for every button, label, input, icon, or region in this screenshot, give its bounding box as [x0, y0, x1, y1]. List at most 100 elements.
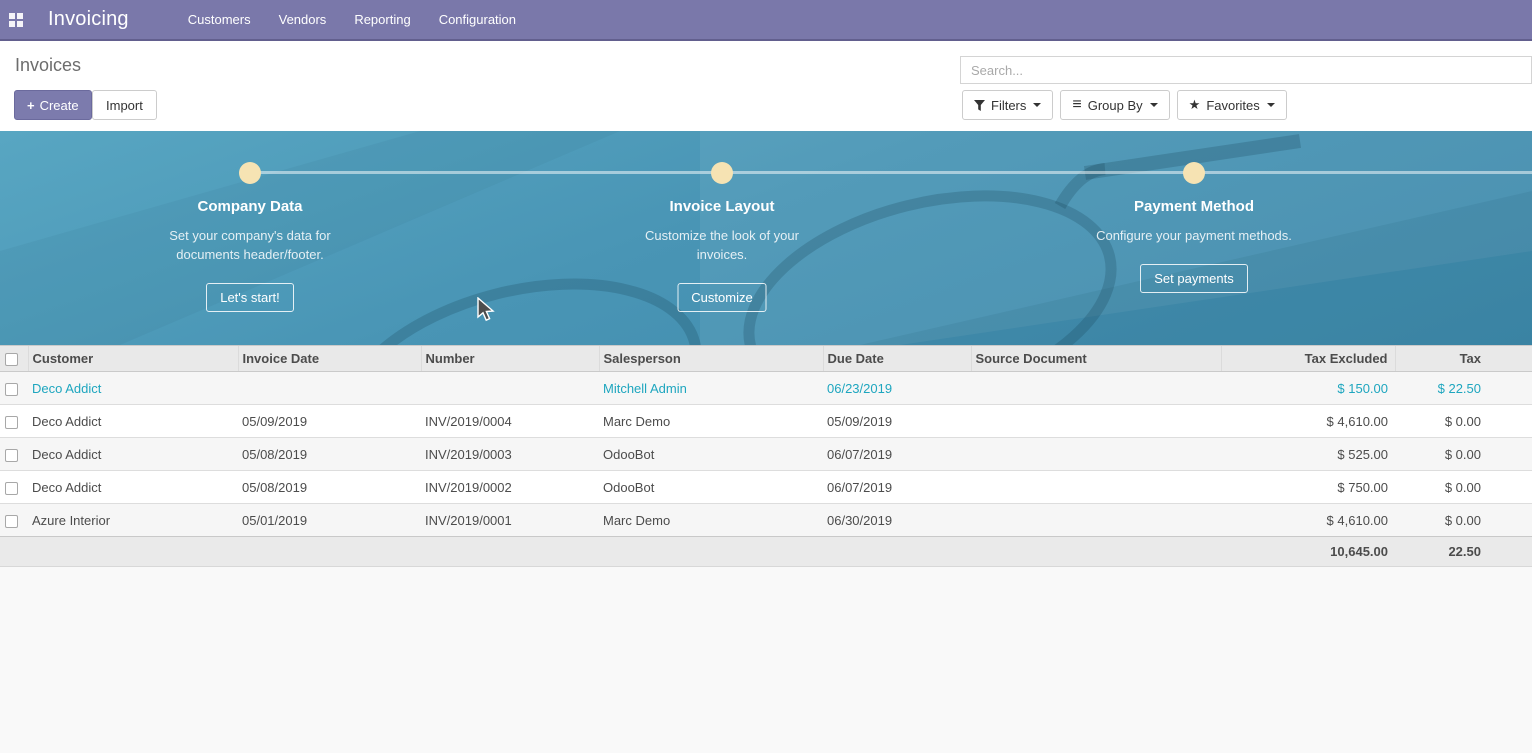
filters-button[interactable]: Filters [962, 90, 1053, 120]
row-checkbox[interactable] [5, 449, 18, 462]
table-row[interactable]: Deco Addict Mitchell Admin 06/23/2019 $ … [0, 372, 1532, 405]
menu-configuration[interactable]: Configuration [425, 0, 530, 40]
cell-invoice-date: 05/08/2019 [238, 438, 421, 471]
customize-button[interactable]: Customize [677, 283, 766, 312]
cell-source-document [971, 405, 1221, 438]
menu-vendors[interactable]: Vendors [265, 0, 341, 40]
cell-invoice-date: 05/01/2019 [238, 504, 421, 537]
column-header-salesperson[interactable]: Salesperson [599, 346, 823, 372]
step-dot-payment-method [1183, 162, 1205, 184]
favorites-button[interactable]: ★ Favorites [1177, 90, 1287, 120]
cell-salesperson: OdooBot [599, 438, 823, 471]
row-checkbox[interactable] [5, 482, 18, 495]
navbar-menu: Customers Vendors Reporting Configuratio… [174, 0, 530, 40]
cell-source-document [971, 504, 1221, 537]
control-panel: Invoices +Create Import Filters ≡ Group … [0, 41, 1532, 131]
cell-salesperson: Marc Demo [599, 504, 823, 537]
app-title: Invoicing [48, 8, 129, 31]
search-input[interactable] [960, 56, 1532, 84]
cell-tax: $ 0.00 [1395, 471, 1532, 504]
import-button[interactable]: Import [92, 90, 157, 120]
star-icon: ★ [1189, 97, 1201, 113]
cell-tax-excluded: $ 4,610.00 [1221, 504, 1395, 537]
cell-tax-excluded: $ 750.00 [1221, 471, 1395, 504]
set-payments-button[interactable]: Set payments [1140, 264, 1248, 293]
cell-customer: Deco Addict [28, 372, 238, 405]
cell-salesperson: OdooBot [599, 471, 823, 504]
cell-due-date: 06/07/2019 [823, 438, 971, 471]
filters-button-label: Filters [991, 98, 1026, 113]
cell-invoice-date: 05/09/2019 [238, 405, 421, 438]
cell-number: INV/2019/0002 [421, 471, 599, 504]
row-checkbox[interactable] [5, 515, 18, 528]
chevron-down-icon [1267, 103, 1275, 107]
table-row[interactable]: Deco Addict 05/08/2019 INV/2019/0002 Odo… [0, 471, 1532, 504]
column-header-due-date[interactable]: Due Date [823, 346, 971, 372]
table-header-row: Customer Invoice Date Number Salesperson… [0, 346, 1532, 372]
cell-tax-excluded: $ 150.00 [1221, 372, 1395, 405]
step-description: Configure your payment methods. [1054, 226, 1334, 245]
create-button[interactable]: +Create [14, 90, 92, 120]
group-by-button[interactable]: ≡ Group By [1060, 90, 1169, 120]
column-header-source-document[interactable]: Source Document [971, 346, 1221, 372]
cell-number: INV/2019/0004 [421, 405, 599, 438]
table-footer-row: 10,645.00 22.50 [0, 537, 1532, 567]
table-row[interactable]: Azure Interior 05/01/2019 INV/2019/0001 … [0, 504, 1532, 537]
cell-tax: $ 0.00 [1395, 405, 1532, 438]
group-by-button-label: Group By [1088, 98, 1143, 113]
step-description: Set your company's data for documents he… [155, 226, 345, 264]
row-checkbox[interactable] [5, 416, 18, 429]
table-row[interactable]: Deco Addict 05/09/2019 INV/2019/0004 Mar… [0, 405, 1532, 438]
step-title: Invoice Layout [630, 198, 815, 215]
cell-customer: Azure Interior [28, 504, 238, 537]
chevron-down-icon [1150, 103, 1158, 107]
breadcrumb: Invoices [15, 55, 81, 76]
cell-salesperson: Mitchell Admin [599, 372, 823, 405]
menu-reporting[interactable]: Reporting [340, 0, 424, 40]
apps-grid-icon[interactable] [9, 13, 23, 27]
menu-customers[interactable]: Customers [174, 0, 265, 40]
onboarding-progress-line [250, 171, 1532, 174]
cell-due-date: 06/30/2019 [823, 504, 971, 537]
filter-bar: Filters ≡ Group By ★ Favorites [962, 90, 1294, 120]
cell-due-date: 06/23/2019 [823, 372, 971, 405]
cell-number [421, 372, 599, 405]
top-navbar: Invoicing Customers Vendors Reporting Co… [0, 0, 1532, 41]
cell-tax-excluded: $ 4,610.00 [1221, 405, 1395, 438]
cell-source-document [971, 471, 1221, 504]
onboarding-step-payment-method: Payment Method Configure your payment me… [1054, 198, 1334, 293]
column-header-invoice-date[interactable]: Invoice Date [238, 346, 421, 372]
cell-tax: $ 0.00 [1395, 504, 1532, 537]
row-checkbox[interactable] [5, 383, 18, 396]
step-title: Company Data [155, 198, 345, 215]
cell-salesperson: Marc Demo [599, 405, 823, 438]
column-header-customer[interactable]: Customer [28, 346, 238, 372]
table-row[interactable]: Deco Addict 05/08/2019 INV/2019/0003 Odo… [0, 438, 1532, 471]
cell-customer: Deco Addict [28, 471, 238, 504]
cell-source-document [971, 372, 1221, 405]
onboarding-step-invoice-layout: Invoice Layout Customize the look of you… [630, 198, 815, 312]
column-header-tax-excluded[interactable]: Tax Excluded [1221, 346, 1395, 372]
cell-invoice-date: 05/08/2019 [238, 471, 421, 504]
cell-invoice-date [238, 372, 421, 405]
chevron-down-icon [1033, 103, 1041, 107]
cell-number: INV/2019/0003 [421, 438, 599, 471]
plus-icon: + [27, 98, 35, 113]
funnel-icon [974, 100, 985, 111]
column-header-tax[interactable]: Tax [1395, 346, 1532, 372]
cell-tax: $ 0.00 [1395, 438, 1532, 471]
cell-due-date: 05/09/2019 [823, 405, 971, 438]
select-all-checkbox[interactable] [5, 353, 18, 366]
tax-total: 22.50 [1395, 537, 1532, 567]
cell-source-document [971, 438, 1221, 471]
cell-due-date: 06/07/2019 [823, 471, 971, 504]
favorites-button-label: Favorites [1206, 98, 1259, 113]
lets-start-button[interactable]: Let's start! [206, 283, 294, 312]
step-description: Customize the look of your invoices. [630, 226, 815, 264]
list-lines-icon: ≡ [1072, 97, 1081, 113]
cell-tax-excluded: $ 525.00 [1221, 438, 1395, 471]
step-title: Payment Method [1054, 198, 1334, 215]
column-header-number[interactable]: Number [421, 346, 599, 372]
step-dot-invoice-layout [711, 162, 733, 184]
tax-excluded-total: 10,645.00 [1221, 537, 1395, 567]
